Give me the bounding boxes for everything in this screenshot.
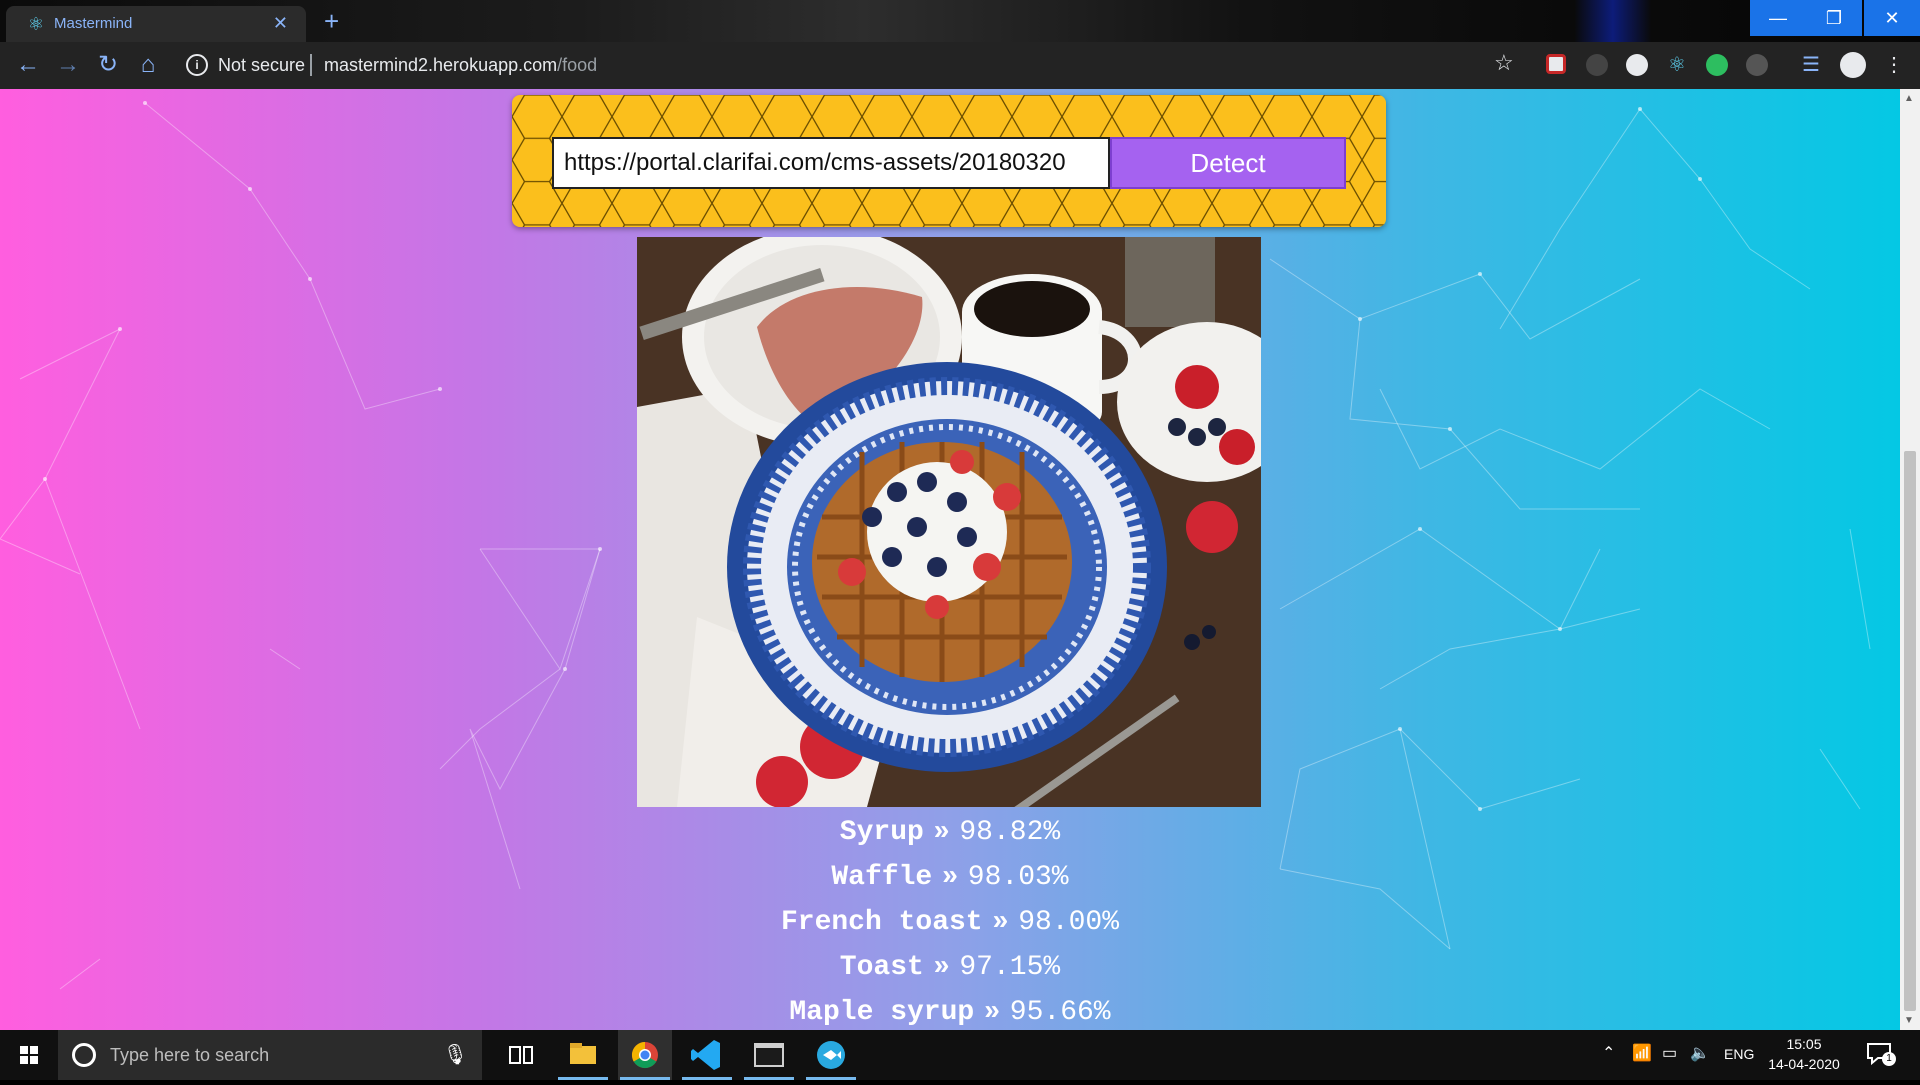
page-viewport: Detect (0, 89, 1900, 1030)
prediction-item: Waffle » 98.03% (0, 852, 1900, 897)
battery-icon[interactable]: ▭ (1662, 1044, 1677, 1064)
microphone-icon[interactable]: 🎙 (443, 1042, 468, 1067)
browser-tab[interactable]: ⚛ Mastermind ✕ (6, 6, 306, 42)
address-separator (310, 54, 312, 76)
scroll-down-arrow-icon[interactable]: ▼ (1904, 1015, 1914, 1026)
search-placeholder: Type here to search (110, 1045, 270, 1065)
prediction-item: Toast » 97.15% (0, 942, 1900, 987)
taskbar-app-fish[interactable] (804, 1030, 858, 1080)
forward-icon[interactable]: → (54, 52, 82, 78)
scrollbar-thumb[interactable] (1904, 451, 1916, 1011)
prediction-score: 98.00% (1018, 907, 1120, 938)
prediction-score: 98.82% (959, 817, 1061, 848)
menu-kebab-icon[interactable]: ⋮ (1884, 54, 1904, 76)
prediction-list: Syrup» 98.82% Waffle» 98.03% French toast»… (0, 807, 1900, 1030)
clock-date: 14-04-2020 (1768, 1056, 1840, 1072)
prediction-arrow: » (933, 949, 950, 980)
chrome-icon (631, 1041, 658, 1069)
taskbar-terminal[interactable] (742, 1030, 796, 1080)
prediction-name: Syrup (839, 817, 924, 848)
task-view-button[interactable] (494, 1030, 548, 1080)
address-bar[interactable]: i Not secure mastermind2.herokuapp.com/f… (176, 48, 1476, 82)
folder-icon (570, 1043, 596, 1064)
media-control-icon[interactable]: ☰ (1800, 54, 1822, 76)
windows-logo-icon (20, 1046, 38, 1064)
close-tab-icon[interactable]: ✕ (273, 12, 288, 34)
pocket-extension-icon[interactable] (1546, 54, 1566, 74)
url-text: mastermind2.herokuapp.com/food (324, 54, 597, 76)
detect-button[interactable]: Detect (1110, 137, 1346, 189)
block-extension-icon[interactable] (1626, 54, 1648, 76)
language-indicator[interactable]: ENG (1724, 1044, 1754, 1064)
eyes-extension-icon[interactable] (1586, 54, 1608, 76)
prediction-arrow: » (984, 994, 1000, 1025)
dark-mode-extension-icon[interactable] (1746, 54, 1768, 76)
volume-icon[interactable]: 🔈 (1690, 1044, 1710, 1064)
info-icon[interactable]: i (186, 54, 208, 76)
prediction-item: Maple syrup » 95.66% (0, 987, 1900, 1030)
taskbar-vscode[interactable] (680, 1030, 734, 1080)
reload-icon[interactable]: ↻ (94, 52, 122, 78)
taskbar-search[interactable]: Type here to search 🎙 (58, 1030, 482, 1080)
taskbar-clock[interactable]: 15:05 14-04-2020 (1768, 1034, 1840, 1074)
image-url-input[interactable] (552, 137, 1110, 189)
prediction-item: French toast » 98.00% (0, 897, 1900, 942)
browser-titlebar: ⚛ Mastermind ✕ + — ❐ ✕ (0, 0, 1920, 42)
page-scrollbar[interactable]: ▲ ▼ (1900, 89, 1920, 1030)
notification-count-badge: 1 (1882, 1052, 1896, 1066)
tab-title: Mastermind (54, 15, 133, 32)
task-view-icon (509, 1046, 533, 1064)
profile-avatar[interactable] (1840, 52, 1866, 78)
close-window-button[interactable]: ✕ (1864, 0, 1920, 36)
taskbar-file-explorer[interactable] (556, 1030, 610, 1080)
react-devtools-icon[interactable]: ⚛ (1666, 54, 1688, 76)
show-hidden-icons-icon[interactable]: ⌃ (1602, 1044, 1615, 1064)
food-photo-illustration (637, 237, 1261, 807)
url-form: Detect (512, 95, 1386, 227)
security-label: Not secure (218, 55, 306, 75)
minimize-button[interactable]: — (1750, 0, 1806, 36)
prediction-arrow: » (933, 814, 950, 845)
new-tab-icon[interactable]: + (324, 6, 339, 36)
prediction-arrow: » (992, 904, 1009, 935)
react-icon: ⚛ (27, 14, 45, 34)
prediction-name: Waffle (831, 862, 933, 893)
url-path: /food (557, 55, 598, 75)
url-host: mastermind2.herokuapp.com (324, 55, 558, 75)
prediction-name: Maple syrup (789, 997, 975, 1028)
prediction-score: 95.66% (1009, 997, 1111, 1028)
prediction-name: French toast (780, 907, 983, 938)
clock-time: 15:05 (1786, 1036, 1822, 1052)
evernote-extension-icon[interactable] (1706, 54, 1728, 76)
prediction-score: 97.15% (959, 952, 1061, 983)
home-icon[interactable]: ⌂ (134, 52, 162, 78)
taskbar-chrome[interactable] (618, 1030, 672, 1080)
prediction-name: Toast (839, 952, 924, 983)
scroll-up-arrow-icon[interactable]: ▲ (1904, 93, 1914, 104)
prediction-item: Syrup » 98.82% (0, 807, 1900, 852)
bookmark-star-icon[interactable]: ☆ (1494, 50, 1514, 76)
network-icon[interactable]: 📶 (1632, 1044, 1652, 1064)
start-button[interactable] (0, 1030, 58, 1080)
food-image (637, 237, 1261, 807)
terminal-icon (754, 1043, 784, 1067)
prediction-arrow: » (942, 859, 958, 890)
restore-button[interactable]: ❐ (1806, 0, 1862, 36)
prediction-score: 98.03% (967, 862, 1069, 893)
fish-app-icon (817, 1041, 845, 1069)
vscode-icon (691, 1040, 720, 1070)
browser-toolbar: ← → ↻ ⌂ i Not secure mastermind2.herokua… (0, 42, 1920, 89)
cortana-icon (72, 1043, 96, 1067)
back-icon[interactable]: ← (14, 52, 42, 78)
action-center-button[interactable]: 1 (1866, 1042, 1896, 1068)
windows-taskbar: Type here to search 🎙 ⌃ 📶 ▭ 🔈 ENG 15:05 … (0, 1030, 1920, 1080)
